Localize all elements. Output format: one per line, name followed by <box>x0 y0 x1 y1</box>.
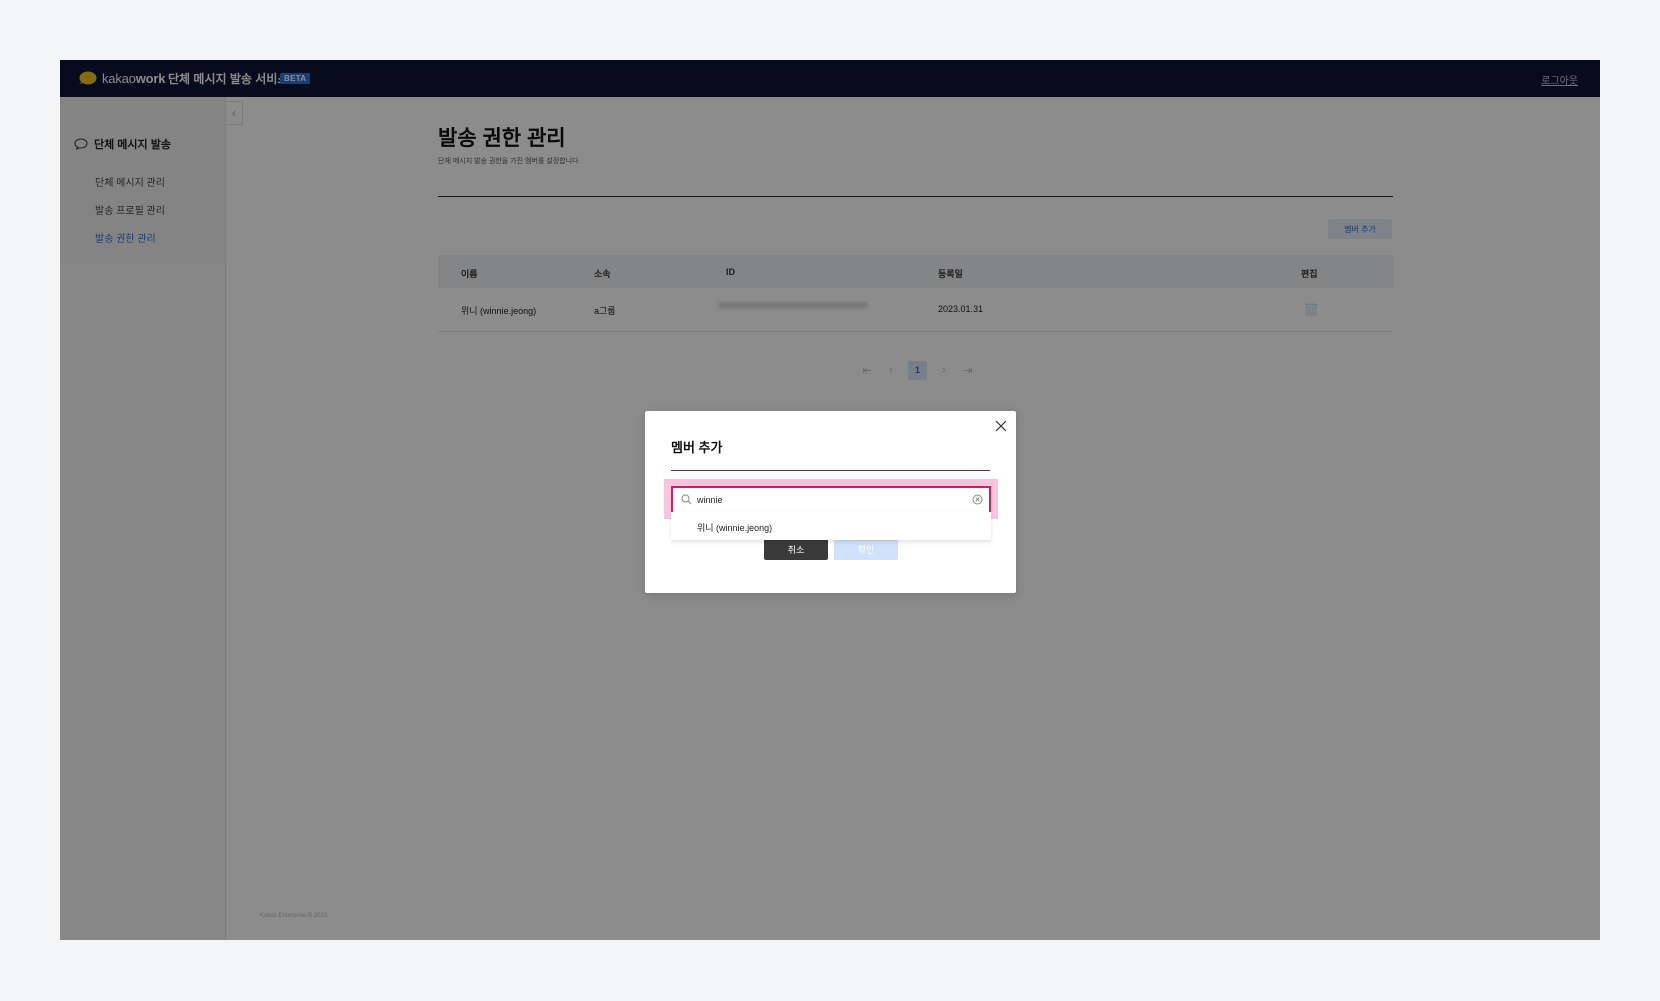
search-icon <box>681 494 692 505</box>
member-search-box[interactable] <box>671 486 991 514</box>
modal-title: 멤버 추가 <box>671 440 723 455</box>
close-icon[interactable] <box>995 420 1007 432</box>
suggestion-label: 위니 (winnie.jeong) <box>697 523 773 533</box>
add-member-modal: 멤버 추가 취소 확인 위니 (winnie.jeong) <box>645 411 1016 593</box>
modal-actions: 취소 확인 <box>764 539 898 560</box>
clear-input-icon[interactable] <box>972 494 983 505</box>
confirm-button[interactable]: 확인 <box>834 539 898 560</box>
modal-divider <box>671 470 990 471</box>
member-search-input[interactable] <box>697 491 957 509</box>
app-window: kakaowork 단체 메시지 발송 서비스 BETA 로그아웃 단체 메시지… <box>60 60 1600 940</box>
search-suggestion-item[interactable]: 위니 (winnie.jeong) <box>671 512 991 540</box>
cancel-button[interactable]: 취소 <box>764 539 828 560</box>
